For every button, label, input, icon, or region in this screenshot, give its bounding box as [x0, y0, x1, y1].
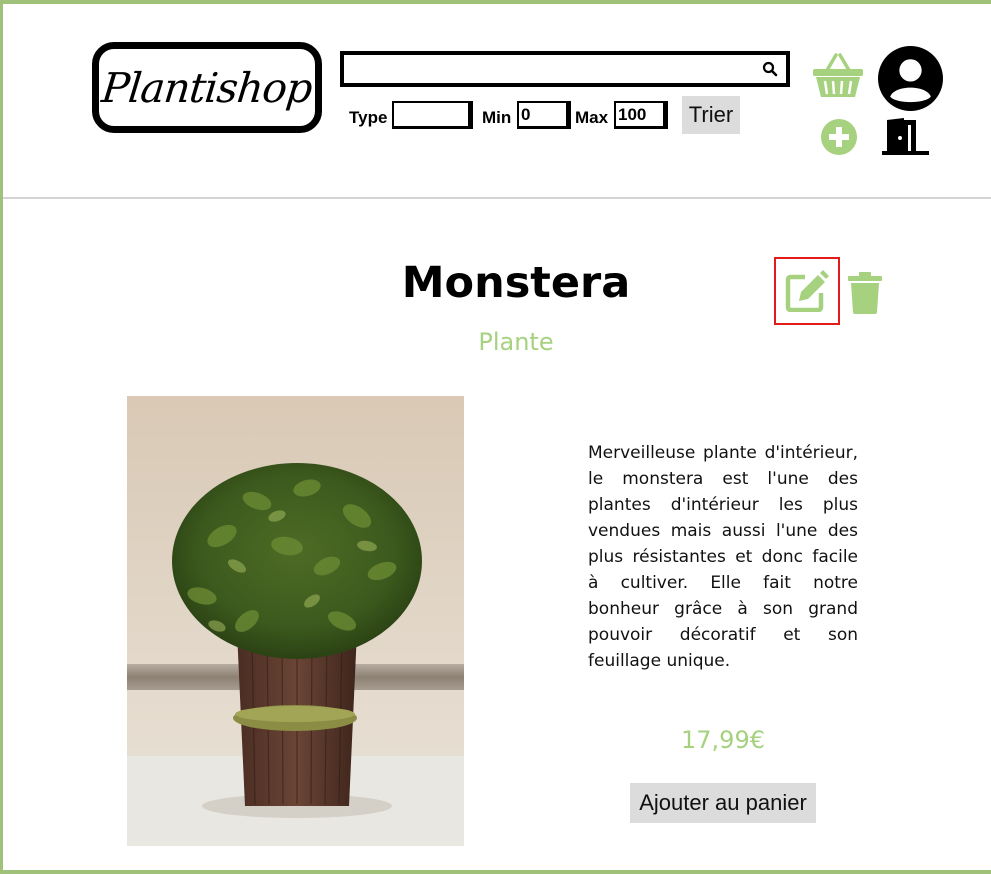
edit-button[interactable] — [774, 257, 840, 325]
header-divider — [3, 197, 991, 199]
sort-button[interactable]: Trier — [682, 96, 740, 134]
product-title: Monstera — [401, 258, 631, 308]
type-field[interactable] — [392, 101, 473, 129]
edit-icon — [785, 270, 829, 312]
search-box — [340, 51, 790, 87]
search-icon[interactable] — [762, 61, 778, 77]
type-label: Type — [349, 108, 388, 127]
product-category: Plante — [478, 328, 554, 356]
site-logo[interactable]: Plantishop — [92, 42, 322, 133]
product-price: 17,99€ — [681, 726, 765, 754]
logo-text: Plantishop — [99, 63, 315, 112]
product-description: Merveilleuse plante d'intérieur, le mons… — [588, 443, 858, 671]
max-field[interactable] — [614, 101, 668, 129]
product-image — [127, 396, 464, 846]
trash-icon[interactable] — [848, 272, 882, 314]
search-input[interactable] — [346, 57, 760, 83]
min-label: Min — [482, 108, 512, 127]
logout-door-icon[interactable] — [882, 118, 930, 156]
max-label: Max — [575, 108, 609, 127]
add-to-cart-button[interactable]: Ajouter au panier — [630, 783, 816, 823]
add-icon[interactable] — [820, 118, 858, 156]
user-account-icon[interactable] — [878, 46, 943, 111]
min-field[interactable] — [517, 101, 571, 129]
basket-icon[interactable] — [812, 52, 864, 98]
